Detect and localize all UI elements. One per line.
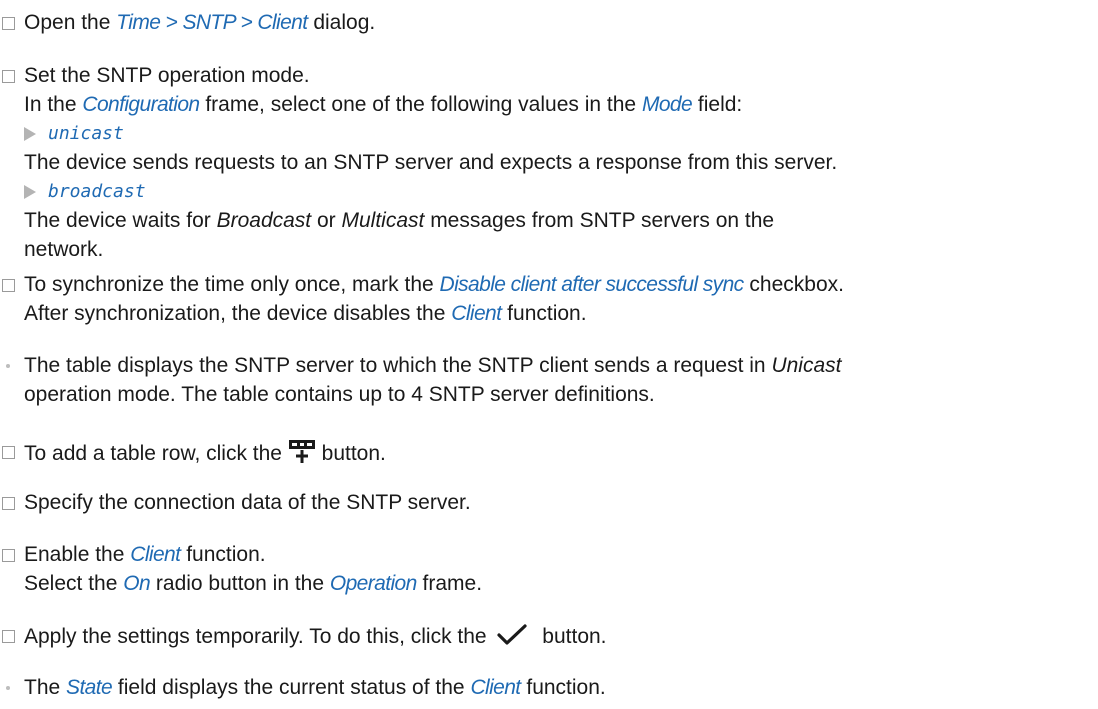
field-name: State: [66, 676, 113, 699]
step-text: Open the Time > SNTP > Client dialog.: [24, 11, 376, 34]
frame-name: Operation: [329, 572, 417, 595]
step-instruction: Select the On radio button in the Operat…: [24, 572, 483, 595]
field-name: Mode: [641, 93, 693, 116]
checkmark-icon: [496, 623, 528, 654]
frame-name: Configuration: [82, 93, 200, 116]
menu-path: Time > SNTP > Client: [116, 11, 308, 34]
step-text: To synchronize the time only once, mark …: [24, 273, 844, 296]
option-value-unicast: unicast: [48, 123, 124, 144]
triangle-bullet-icon: [24, 185, 36, 199]
step-result: After synchronization, the device disabl…: [24, 302, 587, 325]
info-text: The State field displays the current sta…: [24, 676, 606, 699]
task-checkbox[interactable]: [2, 279, 15, 292]
info-text: The table displays the SNTP server to wh…: [24, 354, 842, 377]
function-name: Client: [470, 676, 521, 699]
bullet-dot-icon: [6, 364, 10, 368]
function-name: Client: [130, 543, 181, 566]
radio-value: On: [123, 572, 151, 595]
step-text: Apply the settings temporarily. To do th…: [24, 623, 607, 654]
task-checkbox[interactable]: [2, 70, 15, 83]
task-checkbox[interactable]: [2, 497, 15, 510]
option-desc-broadcast: The device waits for Broadcast or Multic…: [24, 209, 775, 232]
option-desc-unicast: The device sends requests to an SNTP ser…: [24, 151, 838, 174]
step-title: Set the SNTP operation mode.: [24, 64, 310, 87]
option-value-broadcast: broadcast: [48, 181, 146, 202]
triangle-bullet-icon: [24, 127, 36, 141]
step-text: Enable the Client function.: [24, 543, 266, 566]
option-desc-broadcast-cont: network.: [24, 238, 104, 261]
function-name: Client: [451, 302, 502, 325]
task-checkbox[interactable]: [2, 17, 15, 30]
info-text-cont: operation mode. The table contains up to…: [24, 383, 655, 406]
step-text: To add a table row, click the button.: [24, 438, 386, 471]
bullet-dot-icon: [6, 686, 10, 690]
task-checkbox[interactable]: [2, 549, 15, 562]
checkbox-name: Disable client after successful sync: [439, 273, 745, 296]
add-table-row-icon: [288, 438, 316, 471]
step-text: Specify the connection data of the SNTP …: [24, 491, 471, 514]
task-checkbox[interactable]: [2, 446, 15, 459]
task-checkbox[interactable]: [2, 630, 15, 643]
step-instruction: In the Configuration frame, select one o…: [24, 93, 743, 116]
